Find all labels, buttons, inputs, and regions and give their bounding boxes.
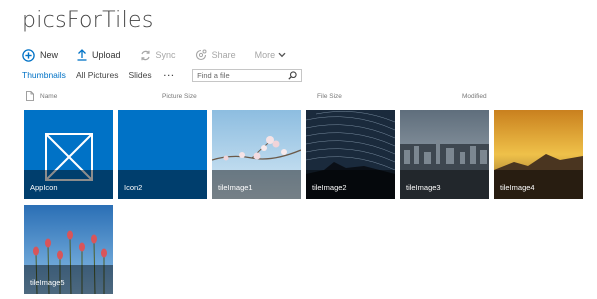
tile-name: Icon2 [124,183,143,192]
sync-button[interactable]: Sync [140,50,176,61]
more-label: More [254,50,276,60]
tile-caption-bar: tileImage3 [400,170,489,199]
column-file-size[interactable]: File Size [317,93,342,100]
library-title: picsForTiles [22,8,154,33]
more-button[interactable]: More [255,50,287,60]
search-input[interactable]: Find a file [197,71,230,80]
share-button[interactable]: Share [195,49,236,61]
tile-name: tileImage1 [218,183,253,192]
share-label: Share [211,50,236,60]
tile-icon2[interactable]: Icon2 [118,110,207,199]
share-icon [195,49,207,61]
tile-name: AppIcon [30,183,58,192]
view-switcher: Thumbnails All Pictures Slides ··· Find … [22,68,303,82]
tile-caption-bar: Icon2 [118,170,207,199]
tile-tileimage1[interactable]: tileImage1 [212,110,301,199]
new-label: New [40,50,59,60]
upload-icon [77,49,87,61]
tile-caption-bar: tileImage5 [24,265,113,294]
view-all-pictures[interactable]: All Pictures [76,70,119,80]
file-type-icon [26,91,34,101]
search-icon[interactable] [288,70,297,80]
sync-icon [140,50,150,60]
tile-caption-bar: tileImage4 [494,170,583,199]
tile-tileimage4[interactable]: tileImage4 [494,110,583,199]
more-views-button[interactable]: ··· [164,70,176,80]
chevron-down-icon [278,52,286,58]
upload-button[interactable]: Upload [77,49,121,61]
upload-label: Upload [92,50,121,60]
tile-tileimage2[interactable]: tileImage2 [306,110,395,199]
tile-tileimage3[interactable]: tileImage3 [400,110,489,199]
new-button[interactable]: New [22,48,59,62]
view-thumbnails[interactable]: Thumbnails [22,70,66,80]
tile-name: tileImage3 [406,183,441,192]
search-box[interactable]: Find a file [192,68,303,82]
column-header-row: Name Picture Size File Size Modified [0,91,597,103]
column-name[interactable]: Name [40,93,57,100]
tile-name: tileImage2 [312,183,347,192]
column-picture-size[interactable]: Picture Size [162,93,197,100]
tile-appicon[interactable]: AppIcon [24,110,113,199]
tile-name: tileImage4 [500,183,535,192]
tile-tileimage5[interactable]: tileImage5 [24,205,113,294]
column-modified[interactable]: Modified [462,93,487,100]
tile-caption-bar: tileImage1 [212,170,301,199]
tile-name: tileImage5 [30,278,65,287]
view-slides[interactable]: Slides [128,70,151,80]
sync-label: Sync [155,50,176,60]
command-bar: New Upload Sync Share More [22,46,305,64]
plus-circle-icon [22,48,35,62]
tile-caption-bar: tileImage2 [306,170,395,199]
tile-caption-bar: AppIcon [24,170,113,199]
